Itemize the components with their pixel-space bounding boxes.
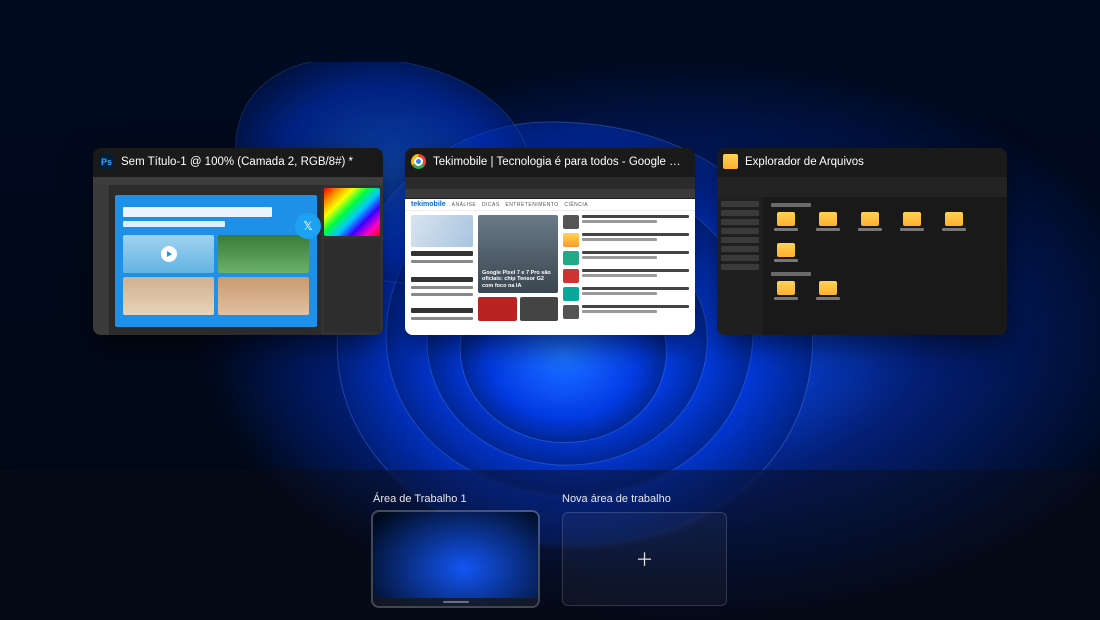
file-explorer-icon (723, 154, 738, 169)
window-titlebar: Tekimobile | Tecnologia é para todos - G… (405, 148, 695, 177)
taskbar-icon (373, 598, 538, 606)
window-titlebar: Explorador de Arquivos (717, 148, 1007, 177)
window-thumbnail (717, 177, 1007, 335)
hero-caption: Google Pixel 7 e 7 Pro são oficiais: chi… (482, 270, 554, 289)
virtual-desktops-strip: Área de Trabalho 1 Nova área de trabalho… (0, 470, 1100, 620)
twitter-bird-icon: 𝕏 (295, 213, 321, 239)
new-desktop-button[interactable]: ＋ (562, 512, 727, 606)
site-logo: tekimobile (411, 201, 446, 208)
window-card-photoshop[interactable]: Ps Sem Título-1 @ 100% (Camada 2, RGB/8#… (93, 148, 383, 335)
desktop-thumbnail-1[interactable] (373, 512, 538, 606)
task-view-windows-row: Ps Sem Título-1 @ 100% (Camada 2, RGB/8#… (0, 148, 1100, 335)
window-thumbnail: 𝕏 (93, 177, 383, 335)
photoshop-icon: Ps (99, 154, 114, 169)
new-desktop-label: Nova área de trabalho (562, 493, 727, 505)
plus-icon: ＋ (636, 546, 654, 572)
window-card-chrome[interactable]: Tekimobile | Tecnologia é para todos - G… (405, 148, 695, 335)
window-title-label: Explorador de Arquivos (745, 156, 864, 168)
window-title-label: Sem Título-1 @ 100% (Camada 2, RGB/8#) * (121, 156, 353, 168)
window-title-label: Tekimobile | Tecnologia é para todos - G… (433, 156, 685, 168)
window-titlebar: Ps Sem Título-1 @ 100% (Camada 2, RGB/8#… (93, 148, 383, 177)
chrome-icon (411, 154, 426, 169)
window-thumbnail: tekimobile ANÁLISE DICAS ENTRETENIMENTO … (405, 177, 695, 335)
desktop-label: Área de Trabalho 1 (373, 493, 538, 505)
window-card-file-explorer[interactable]: Explorador de Arquivos (717, 148, 1007, 335)
